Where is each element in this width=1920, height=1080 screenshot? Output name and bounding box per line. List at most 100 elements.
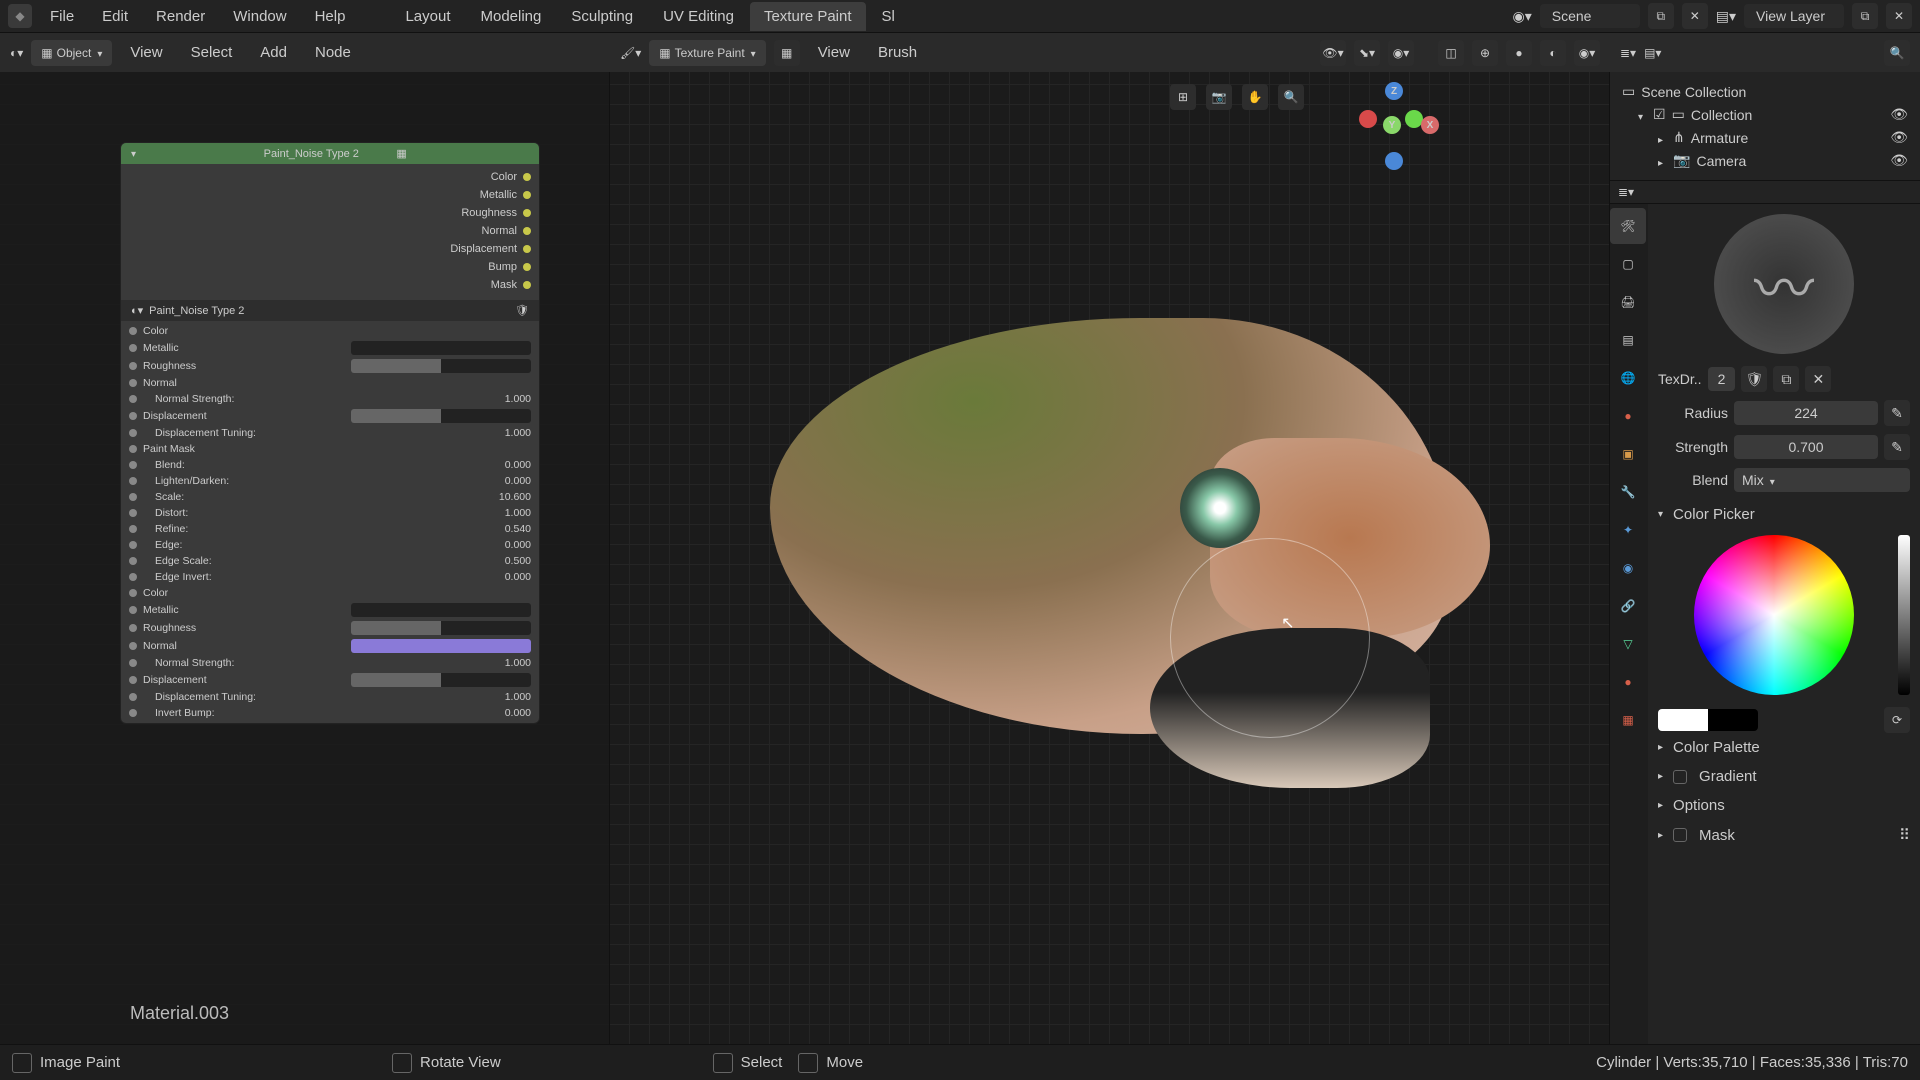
drag-icon[interactable]: ⠿ [1899,826,1910,844]
editor-type-icon[interactable]: ◐▾ [10,46,23,60]
duplicate-icon[interactable]: ⧉ [1773,366,1799,392]
socket-out[interactable] [523,263,531,271]
menu-window[interactable]: Window [227,4,292,29]
section-options[interactable]: Options [1658,791,1910,820]
shading-rendered-icon[interactable]: ◉▾ [1574,40,1600,66]
tab-mesh[interactable]: ▽ [1610,626,1646,662]
node-menu-view[interactable]: View [120,40,172,65]
workspace-layout[interactable]: Layout [391,2,464,31]
viewport-menu-brush[interactable]: Brush [868,40,927,65]
node-input-value[interactable]: 1.000 [505,507,531,519]
app-logo[interactable]: ◆ [8,4,32,28]
node-paint-noise[interactable]: Paint_Noise Type 2 ▦ Color Metallic Roug… [120,142,540,724]
gradient-checkbox[interactable] [1673,770,1687,784]
radius-value[interactable]: 224 [1734,401,1878,425]
node-input-row[interactable]: Invert Bump:0.000 [121,705,539,721]
node-input-row[interactable]: Scale:10.600 [121,489,539,505]
node-input-row[interactable]: Displacement [121,671,539,689]
node-input-row[interactable]: Normal Strength:1.000 [121,655,539,671]
menu-render[interactable]: Render [150,4,211,29]
node-input-row[interactable]: Color [121,323,539,339]
node-menu-node[interactable]: Node [305,40,361,65]
tab-world[interactable]: ● [1610,398,1646,434]
tab-material[interactable]: ● [1610,664,1646,700]
mode-icon[interactable]: 🖌▾ [620,46,641,60]
socket-in[interactable] [129,509,137,517]
node-input-value[interactable]: 0.000 [505,707,531,719]
viewlayer-delete-icon[interactable]: ✕ [1886,3,1912,29]
menu-file[interactable]: File [44,4,80,29]
socket-in[interactable] [129,589,137,597]
workspace-uv-editing[interactable]: UV Editing [649,2,748,31]
tab-render[interactable]: ▢ [1610,246,1646,282]
section-color-palette[interactable]: Color Palette [1658,733,1910,762]
socket-out[interactable] [523,173,531,181]
shading-material-icon[interactable]: ◐ [1540,40,1566,66]
node-header[interactable]: Paint_Noise Type 2 ▦ [121,143,539,164]
node-input-value[interactable]: 0.540 [505,523,531,535]
node-input-slider[interactable] [351,409,531,423]
scene-delete-icon[interactable]: ✕ [1682,3,1708,29]
3d-viewport[interactable]: Z Y X ⊞ 📷 ✋ 🔍 ↖ [610,72,1610,1044]
node-group-icon[interactable]: ◐▾ [131,304,143,317]
disclosure-icon[interactable] [1658,153,1667,169]
brush-user-count[interactable]: 2 [1708,367,1736,391]
tab-viewlayer[interactable]: ▤ [1610,322,1646,358]
eye-icon[interactable]: 👁 [1890,129,1908,146]
node-input-slider[interactable] [351,639,531,653]
node-collapse-icon[interactable] [131,148,264,160]
blend-dropdown[interactable]: Mix [1734,468,1910,492]
tab-modifiers[interactable]: 🔧 [1610,474,1646,510]
disclosure-icon[interactable] [1658,130,1667,146]
outliner[interactable]: ▭ Scene Collection ☑ ▭ Collection 👁 ⋔ Ar… [1610,72,1920,181]
tab-particles[interactable]: ✦ [1610,512,1646,548]
eye-icon[interactable]: 👁 [1890,106,1908,123]
node-input-slider[interactable] [351,673,531,687]
tab-active-tool[interactable]: 🛠 [1610,208,1646,244]
node-input-row[interactable]: Distort:1.000 [121,505,539,521]
node-fake-user-icon[interactable]: 🛡 [515,304,529,317]
node-input-row[interactable]: Lighten/Darken:0.000 [121,473,539,489]
view-layer-field[interactable]: View Layer [1744,4,1844,28]
outliner-display-icon[interactable]: ▤▾ [1644,46,1661,60]
node-input-row[interactable]: Color [121,585,539,601]
node-input-row[interactable]: Refine:0.540 [121,521,539,537]
outliner-armature[interactable]: ⋔ Armature 👁 [1618,126,1912,149]
workspace-texture-paint[interactable]: Texture Paint [750,2,866,31]
outliner-collection[interactable]: ☑ ▭ Collection 👁 [1618,103,1912,126]
socket-out[interactable] [523,281,531,289]
socket-in[interactable] [129,642,137,650]
viewport-menu-view[interactable]: View [808,40,860,65]
tab-physics[interactable]: ◉ [1610,550,1646,586]
socket-in[interactable] [129,659,137,667]
axis-x[interactable]: X [1421,116,1439,134]
workspace-modeling[interactable]: Modeling [467,2,556,31]
node-input-slider[interactable] [351,621,531,635]
node-input-value[interactable]: 1.000 [505,393,531,405]
socket-in[interactable] [129,379,137,387]
node-input-row[interactable]: Displacement [121,407,539,425]
axis-z[interactable]: Z [1385,82,1403,100]
menu-help[interactable]: Help [309,4,352,29]
scene-new-icon[interactable]: ⧉ [1648,3,1674,29]
node-input-row[interactable]: Edge Invert:0.000 [121,569,539,585]
strength-value[interactable]: 0.700 [1734,435,1878,459]
workspace-shading[interactable]: Sl [868,2,909,31]
menu-edit[interactable]: Edit [96,4,134,29]
socket-in[interactable] [129,445,137,453]
viewlayer-new-icon[interactable]: ⧉ [1852,3,1878,29]
shading-wireframe-icon[interactable]: ⊕ [1472,40,1498,66]
socket-in[interactable] [129,606,137,614]
node-editor[interactable]: Paint_Noise Type 2 ▦ Color Metallic Roug… [0,72,610,1044]
socket-in[interactable] [129,557,137,565]
color-wheel[interactable] [1694,535,1854,695]
node-input-value[interactable]: 0.000 [505,571,531,583]
node-input-row[interactable]: Metallic [121,601,539,619]
value-slider[interactable] [1898,535,1910,695]
node-input-value[interactable]: 0.000 [505,475,531,487]
xray-icon[interactable]: ◫ [1438,40,1464,66]
node-input-row[interactable]: Metallic [121,339,539,357]
tab-texture[interactable]: ▦ [1610,702,1646,738]
viewport-overlay-icon[interactable]: ◉▾ [1388,40,1414,66]
socket-in[interactable] [129,573,137,581]
